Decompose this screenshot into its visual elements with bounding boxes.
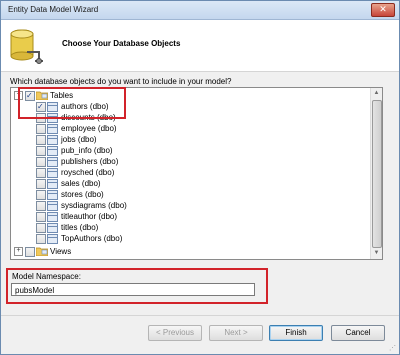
table-checkbox[interactable] xyxy=(36,168,46,178)
tree-item-table[interactable]: titleauthor (dbo) xyxy=(25,211,165,222)
tree-item-table[interactable]: stores (dbo) xyxy=(25,189,165,200)
cancel-button[interactable]: Cancel xyxy=(331,325,385,341)
table-label: titles (dbo) xyxy=(61,223,99,232)
table-checkbox[interactable] xyxy=(36,124,46,134)
page-title: Choose Your Database Objects xyxy=(62,39,181,48)
folder-icon xyxy=(36,247,48,256)
table-icon xyxy=(47,168,58,178)
table-icon xyxy=(47,212,58,222)
table-icon xyxy=(47,223,58,233)
table-checkbox[interactable] xyxy=(36,234,46,244)
wizard-header: Choose Your Database Objects xyxy=(1,20,399,72)
table-label: sales (dbo) xyxy=(61,179,101,188)
title-bar[interactable]: Entity Data Model Wizard ✕ xyxy=(1,1,399,20)
tree-scrollbar[interactable]: ▲ ▼ xyxy=(370,88,382,259)
resize-grip-icon[interactable]: ⋰ xyxy=(389,344,397,352)
table-icon xyxy=(47,135,58,145)
close-button[interactable]: ✕ xyxy=(371,3,395,17)
table-label: TopAuthors (dbo) xyxy=(61,234,123,243)
tree-item-table[interactable]: roysched (dbo) xyxy=(25,167,165,178)
table-label: jobs (dbo) xyxy=(61,135,97,144)
tree-item-table[interactable]: sales (dbo) xyxy=(25,178,165,189)
table-checkbox[interactable] xyxy=(36,146,46,156)
tree-item-table[interactable]: publishers (dbo) xyxy=(25,156,165,167)
table-label: stores (dbo) xyxy=(61,190,104,199)
views-checkbox[interactable] xyxy=(25,247,35,257)
table-checkbox[interactable] xyxy=(36,223,46,233)
window-title: Entity Data Model Wizard xyxy=(8,5,99,14)
scroll-up-icon[interactable]: ▲ xyxy=(372,89,381,98)
table-icon xyxy=(47,157,58,167)
table-label: employee (dbo) xyxy=(61,124,117,133)
table-icon xyxy=(47,124,58,134)
finish-button[interactable]: Finish xyxy=(269,325,323,341)
table-label: pub_info (dbo) xyxy=(61,146,113,155)
table-label: roysched (dbo) xyxy=(61,168,115,177)
tree-item-table[interactable]: TopAuthors (dbo) xyxy=(25,233,165,244)
tree-item-table[interactable]: titles (dbo) xyxy=(25,222,165,233)
wizard-window: Entity Data Model Wizard ✕ Choose Your D… xyxy=(0,0,400,355)
table-icon xyxy=(47,190,58,200)
tree-node-views[interactable]: + Views xyxy=(14,246,154,257)
table-icon xyxy=(47,234,58,244)
table-icon xyxy=(47,146,58,156)
views-label: Views xyxy=(50,247,72,256)
tree-item-table[interactable]: pub_info (dbo) xyxy=(25,145,165,156)
tables-highlight-box xyxy=(18,87,126,119)
expand-icon[interactable]: + xyxy=(14,247,23,256)
table-icon xyxy=(47,179,58,189)
database-icon xyxy=(10,29,43,64)
previous-button[interactable]: < Previous xyxy=(148,325,202,341)
namespace-highlight-box xyxy=(6,268,268,304)
table-checkbox[interactable] xyxy=(36,201,46,211)
table-checkbox[interactable] xyxy=(36,157,46,167)
table-checkbox[interactable] xyxy=(36,190,46,200)
table-checkbox[interactable] xyxy=(36,135,46,145)
tree-item-table[interactable]: jobs (dbo) xyxy=(25,134,165,145)
scroll-down-icon[interactable]: ▼ xyxy=(372,249,381,258)
objects-prompt: Which database objects do you want to in… xyxy=(10,77,232,86)
table-checkbox[interactable] xyxy=(36,212,46,222)
table-icon xyxy=(47,201,58,211)
table-checkbox[interactable] xyxy=(36,179,46,189)
next-button[interactable]: Next > xyxy=(209,325,263,341)
table-label: sysdiagrams (dbo) xyxy=(61,201,127,210)
tree-item-table[interactable]: employee (dbo) xyxy=(25,123,165,134)
table-label: publishers (dbo) xyxy=(61,157,119,166)
tree-item-table[interactable]: sysdiagrams (dbo) xyxy=(25,200,165,211)
scroll-thumb[interactable] xyxy=(372,100,382,248)
footer-divider xyxy=(1,315,399,316)
table-label: titleauthor (dbo) xyxy=(61,212,118,221)
